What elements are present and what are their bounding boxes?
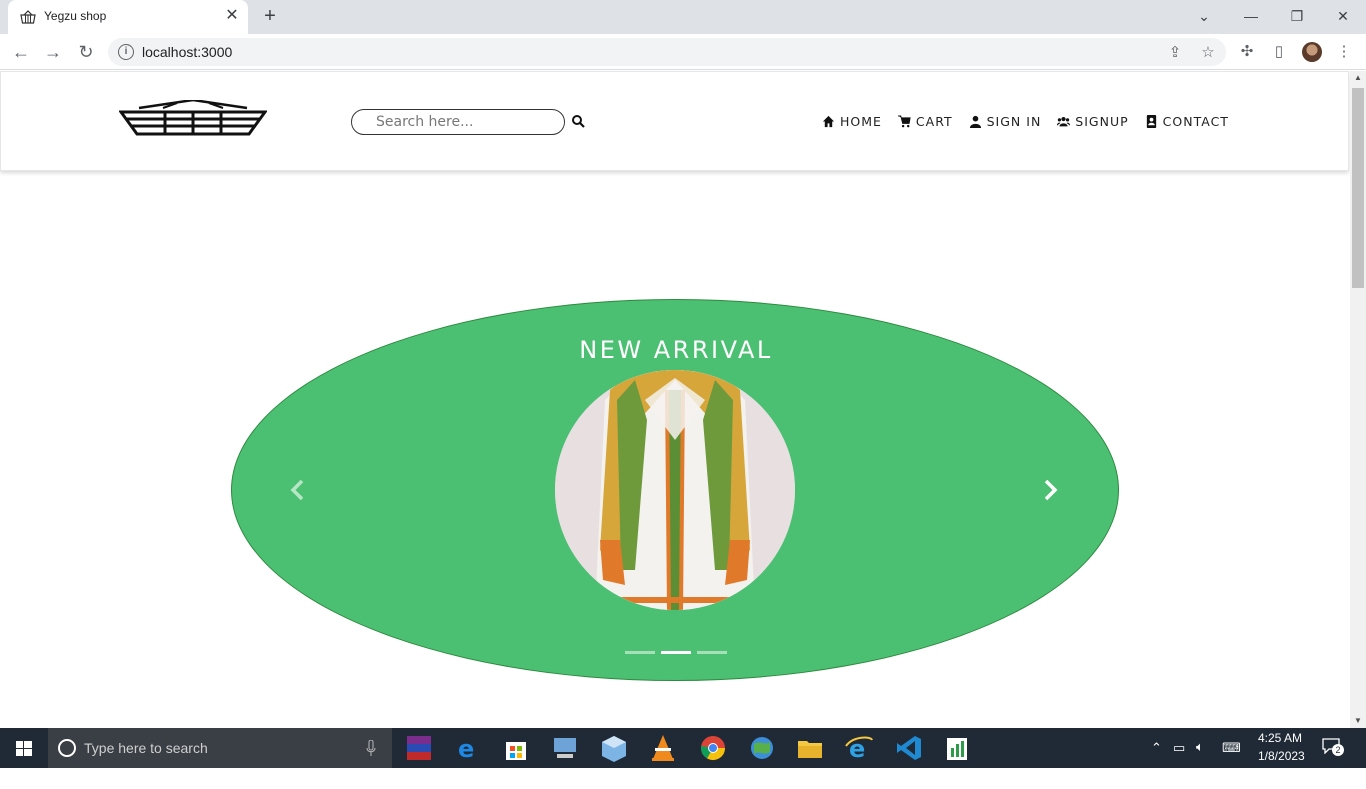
clock-date[interactable]: 1/8/2023 — [1258, 749, 1305, 789]
vscode-app-icon[interactable] — [893, 732, 925, 764]
scroll-thumb[interactable] — [1352, 88, 1364, 288]
browser-toolbar: ← → ↻ i localhost:3000 ⇪ ☆ ✣ ▯ ⋮ — [0, 34, 1366, 70]
browser-tab[interactable]: Yegzu shop ✕ — [8, 0, 248, 34]
microphone-icon[interactable] — [366, 740, 376, 756]
back-button[interactable]: ← — [10, 41, 32, 63]
winrar-app-icon[interactable] — [403, 732, 435, 764]
nav-contact[interactable]: CONTACT — [1145, 113, 1229, 129]
windows-start-icon[interactable] — [0, 728, 48, 768]
svg-text:e: e — [458, 735, 474, 763]
scroll-up-icon[interactable]: ▲ — [1350, 71, 1366, 85]
site-header: Search here... HOME CART SIGN IN SIGNUP — [0, 71, 1349, 171]
product-image[interactable] — [555, 370, 795, 610]
extensions-icon[interactable]: ✣ — [1238, 43, 1256, 61]
menu-kebab-icon[interactable]: ⋮ — [1335, 43, 1353, 61]
profile-avatar[interactable] — [1302, 42, 1322, 62]
close-window-button[interactable]: ✕ — [1329, 4, 1357, 28]
site-nav: HOME CART SIGN IN SIGNUP CONTACT — [822, 113, 1229, 129]
carousel-prev-icon[interactable] — [288, 478, 308, 502]
user-icon — [969, 115, 981, 128]
site-logo[interactable] — [119, 100, 267, 138]
nav-sign-in[interactable]: SIGN IN — [969, 113, 1042, 129]
info-icon[interactable]: i — [118, 44, 134, 60]
search-input[interactable]: Search here... — [351, 109, 565, 135]
notifications-button[interactable]: 2 — [1322, 738, 1344, 758]
nav-home-label: HOME — [840, 113, 882, 129]
vlc-app-icon[interactable] — [647, 732, 679, 764]
page-viewport: Search here... HOME CART SIGN IN SIGNUP — [0, 71, 1350, 728]
internet-explorer-app-icon[interactable]: e — [843, 732, 875, 764]
nav-home[interactable]: HOME — [822, 113, 882, 129]
home-icon — [822, 115, 835, 127]
address-bar[interactable]: i localhost:3000 ⇪ ☆ — [108, 38, 1226, 66]
browser-tabstrip: Yegzu shop ✕ + ⌄ — ❐ ✕ — [0, 0, 1366, 34]
chrome-app-icon[interactable] — [697, 732, 729, 764]
page-scrollbar[interactable]: ▲ ▼ — [1350, 71, 1366, 728]
earth-app-icon[interactable] — [746, 732, 778, 764]
search-icon[interactable] — [571, 114, 585, 128]
close-tab-icon[interactable]: ✕ — [224, 8, 240, 24]
store-app-icon[interactable] — [500, 732, 532, 764]
users-icon — [1057, 116, 1071, 126]
contact-icon — [1146, 114, 1156, 128]
restore-button[interactable]: ❐ — [1283, 4, 1311, 28]
bookmark-star-icon[interactable]: ☆ — [1199, 44, 1217, 62]
carousel-indicator-1[interactable] — [625, 651, 655, 654]
new-tab-button[interactable]: + — [260, 6, 280, 26]
share-icon[interactable]: ⇪ — [1166, 44, 1184, 62]
battery-icon[interactable]: ▭ — [1173, 740, 1185, 780]
reload-button[interactable]: ↻ — [75, 41, 97, 63]
carousel-indicators — [625, 651, 727, 654]
keyboard-icon[interactable]: ⌨ — [1222, 740, 1241, 780]
carousel-indicator-3[interactable] — [697, 651, 727, 654]
tab-title: Yegzu shop — [44, 9, 107, 23]
dress-illustration — [555, 370, 795, 610]
cart-icon — [897, 114, 911, 127]
tab-search-icon[interactable]: ⌄ — [1190, 4, 1218, 28]
hero-title: NEW ARRIVAL — [579, 336, 773, 364]
network-app-icon[interactable] — [549, 732, 581, 764]
taskbar-search[interactable]: Type here to search — [48, 728, 392, 768]
nav-cart[interactable]: CART — [897, 113, 953, 129]
side-panel-icon[interactable]: ▯ — [1270, 43, 1288, 61]
carousel-next-icon[interactable] — [1040, 478, 1060, 502]
taskbar-search-placeholder: Type here to search — [84, 740, 208, 756]
minimize-button[interactable]: — — [1237, 4, 1265, 28]
url-text: localhost:3000 — [142, 44, 233, 60]
file-explorer-app-icon[interactable] — [794, 732, 826, 764]
virtualbox-app-icon[interactable] — [598, 732, 630, 764]
nav-contact-label: CONTACT — [1162, 113, 1229, 129]
nav-signup-label: SIGNUP — [1075, 113, 1129, 129]
basket-icon — [20, 10, 36, 24]
nav-signup[interactable]: SIGNUP — [1057, 113, 1128, 129]
volume-muted-icon[interactable]: 🔈︎ — [1196, 739, 1204, 779]
chart-app-icon[interactable] — [941, 732, 973, 764]
scroll-down-icon[interactable]: ▼ — [1350, 714, 1366, 728]
tray-chevron-icon[interactable]: ⌃ — [1151, 740, 1162, 780]
nav-sign-in-label: SIGN IN — [986, 113, 1042, 129]
forward-button[interactable]: → — [42, 41, 64, 63]
notification-count-badge: 2 — [1332, 744, 1344, 756]
hero-carousel: NEW ARRIVAL — [231, 299, 1119, 681]
edge-app-icon[interactable]: e — [452, 732, 484, 764]
cortana-icon — [58, 739, 76, 757]
carousel-indicator-2[interactable] — [661, 651, 691, 654]
nav-cart-label: CART — [915, 113, 953, 129]
taskbar: Type here to search e e ⌃ ▭ 🔈︎ ⌨ 4:25 AM… — [0, 728, 1366, 768]
